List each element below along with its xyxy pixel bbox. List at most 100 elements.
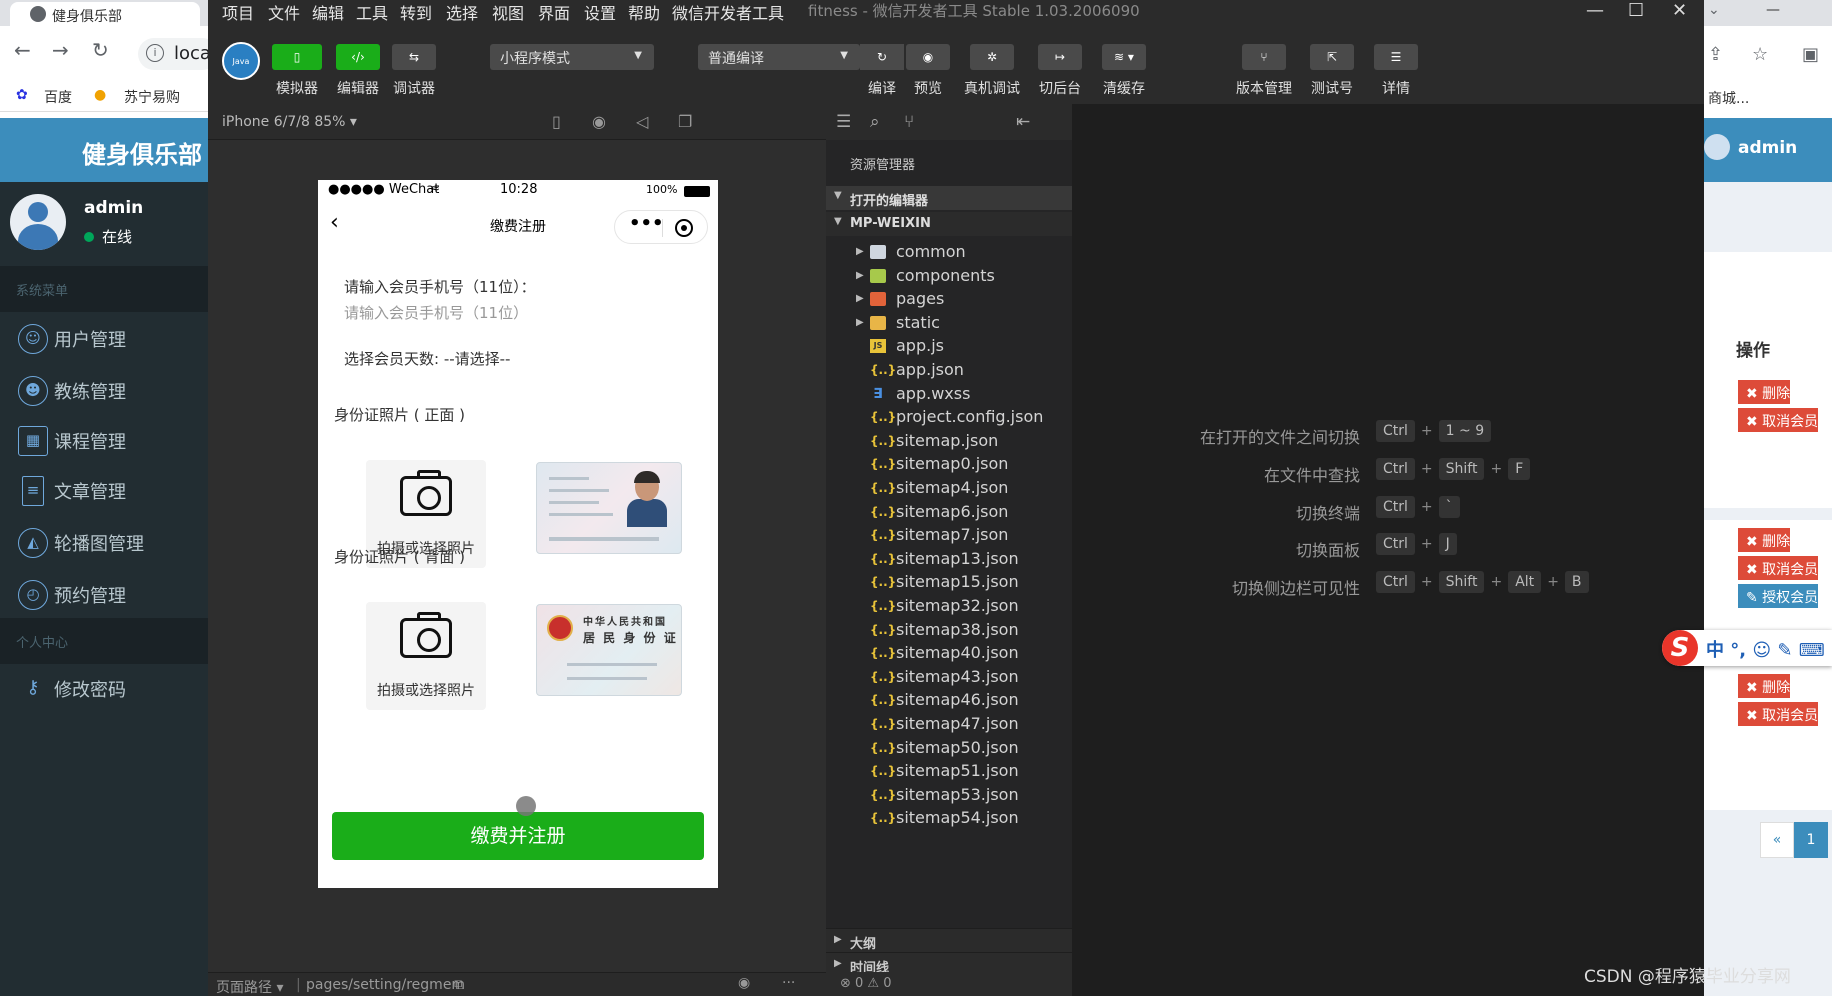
bookmark-suning[interactable]: 苏宁易购 [124,87,180,107]
problems-status[interactable]: ⊗ 0 ⚠ 0 [826,972,1072,996]
minimize-icon[interactable]: — [1586,0,1604,21]
compile-button[interactable]: ↻ [860,44,904,70]
close-icon[interactable]: ✕ [1672,0,1687,21]
project-root-section[interactable]: ▼ MP-WEIXIN [826,212,1072,236]
device-select[interactable]: iPhone 6/7/8 85% ▾ [222,114,357,130]
sidebar-item-bookings[interactable]: ◴ 预约管理 [0,572,208,616]
maximize-icon[interactable]: ☐ [1628,0,1644,21]
sidebar-toggle-icon[interactable]: ▣ [1802,44,1819,65]
collapse-panel-icon[interactable]: ⇤ [1016,112,1030,132]
tree-file[interactable]: {..} sitemap7.json [826,523,1072,549]
search-icon[interactable]: ⌕ [870,112,880,132]
menu-item-tools[interactable]: 工具 [356,0,388,24]
tree-file[interactable]: {..} app.json [826,358,1072,384]
tree-file[interactable]: {..} sitemap47.json [826,712,1072,738]
menu-item-settings[interactable]: 设置 [584,0,616,24]
clear-cache-button[interactable]: ≋ ▾ [1102,44,1146,70]
tree-file[interactable]: {..} sitemap54.json [826,806,1072,832]
id-back-upload-button[interactable]: 拍摄或选择照片 [366,602,486,710]
sidebar-item-coaches[interactable]: ☻ 教练管理 [0,368,208,412]
sidebar-item-users[interactable]: ☺ 用户管理 [0,316,208,360]
star-icon[interactable]: ☆ [1752,44,1768,65]
cancel-member-button[interactable]: ✖ 取消会员 [1738,408,1819,432]
sidebar-item-articles[interactable]: ≡ 文章管理 [0,468,208,512]
site-logo-title[interactable]: 健身俱乐部 [0,118,208,182]
tree-file[interactable]: {..} project.config.json [826,405,1072,431]
menu-item-interface[interactable]: 界面 [538,0,570,24]
more-icon[interactable]: ··· [782,975,795,991]
sidebar-item-courses[interactable]: ▦ 课程管理 [0,418,208,462]
tree-file[interactable]: JS app.js [826,334,1072,360]
sidebar-item-banners[interactable]: ◭ 轮播图管理 [0,520,208,564]
mode-select[interactable]: 小程序模式 ▼ [490,44,654,70]
volume-icon[interactable]: ◁ [636,112,648,131]
menu-item-help[interactable]: 帮助 [628,0,660,24]
tree-folder-pages[interactable]: ▶ pages [826,287,1072,313]
background-button[interactable]: ↦ [1038,44,1082,70]
menu-item-edit[interactable]: 编辑 [312,0,344,24]
tree-file[interactable]: {..} sitemap4.json [826,476,1072,502]
browser-tab[interactable]: 健身俱乐部 [10,2,200,26]
record-icon[interactable]: ◉ [592,112,606,131]
debugger-toggle-button[interactable]: ⇆ [392,44,436,70]
simulator-toggle-button[interactable]: ▯ [272,44,322,70]
tree-file[interactable]: {..} sitemap51.json [826,759,1072,785]
cancel-member-button[interactable]: ✖ 取消会员 [1738,702,1819,726]
bookmark-mall[interactable]: 商城... [1708,88,1749,108]
phone-input[interactable]: 请输入会员手机号（11位） [344,302,528,323]
menu-item-project[interactable]: 项目 [222,0,254,24]
chevron-down-icon[interactable]: ⌄ [1708,2,1720,18]
remote-debug-button[interactable]: ✲ [970,44,1014,70]
copy-icon[interactable]: ⧉ [454,977,464,993]
forward-arrow-icon[interactable]: → [52,38,69,62]
menu-item-file[interactable]: 文件 [268,0,300,24]
delete-button[interactable]: ✖ 删除 [1738,380,1791,404]
detach-window-icon[interactable]: ❐ [678,112,692,131]
project-avatar-icon[interactable]: Java [222,42,260,80]
timeline-section[interactable]: ▶ 时间线 [826,952,1072,976]
sogou-ime-icon[interactable]: S [1662,630,1698,666]
share-icon[interactable]: ⇪ [1708,44,1723,65]
user-name[interactable]: admin [1738,138,1797,158]
test-account-button[interactable]: ⇱ [1310,44,1354,70]
pagination-prev[interactable]: « [1760,822,1794,858]
outline-section[interactable]: ▶ 大纲 [826,928,1072,952]
delete-button[interactable]: ✖ 删除 [1738,674,1791,698]
version-button[interactable]: ⑂ [1242,44,1286,70]
tree-file[interactable]: {..} sitemap0.json [826,452,1072,478]
bookmark-baidu[interactable]: 百度 [44,87,72,107]
ime-status-icons[interactable]: 中 °, ☺ ✎ ⌨ [1706,636,1825,662]
menu-item-view[interactable]: 视图 [492,0,524,24]
reload-icon[interactable]: ↻ [92,38,109,62]
delete-button[interactable]: ✖ 删除 [1738,528,1791,552]
tree-file[interactable]: {..} sitemap15.json [826,570,1072,596]
tree-folder-common[interactable]: ▶ common [826,240,1072,266]
more-icon[interactable]: ••• [629,213,664,234]
tree-file[interactable]: {..} sitemap46.json [826,688,1072,714]
cancel-member-button[interactable]: ✖ 取消会员 [1738,556,1819,580]
back-arrow-icon[interactable]: ← [14,38,31,62]
tree-file[interactable]: {..} sitemap40.json [826,641,1072,667]
menu-item-select[interactable]: 选择 [446,0,478,24]
authorize-member-button[interactable]: ✎ 授权会员 [1738,584,1819,608]
pagination-page-1[interactable]: 1 [1794,822,1828,858]
member-days-picker[interactable]: 选择会员天数: --请选择-- [344,348,510,369]
minimize-icon[interactable]: — [1766,2,1780,18]
open-editors-section[interactable]: ▼ 打开的编辑器 [826,186,1072,210]
menu-item-goto[interactable]: 转到 [400,0,432,24]
phone-icon[interactable]: ▯ [552,112,561,131]
compile-mode-select[interactable]: 普通编译 ▼ [698,44,860,70]
pay-and-register-button[interactable]: 缴费并注册 [332,812,704,860]
list-icon[interactable]: ☰ [836,112,851,132]
git-branch-icon[interactable]: ⑂ [904,112,914,132]
menu-item-devtools[interactable]: 微信开发者工具 [672,0,784,24]
eye-icon[interactable]: ◉ [738,975,750,991]
editor-toggle-button[interactable]: ‹/› [336,44,380,70]
details-button[interactable]: ☰ [1374,44,1418,70]
sidebar-item-change-password[interactable]: ⚷ 修改密码 [0,666,208,710]
page-path-label[interactable]: 页面路径 ▾ [216,977,283,996]
close-miniprogram-icon[interactable] [675,219,693,237]
tree-file[interactable]: {..} sitemap32.json [826,594,1072,620]
preview-button[interactable]: ◉ [906,44,950,70]
address-bar[interactable]: i loca [138,38,208,70]
